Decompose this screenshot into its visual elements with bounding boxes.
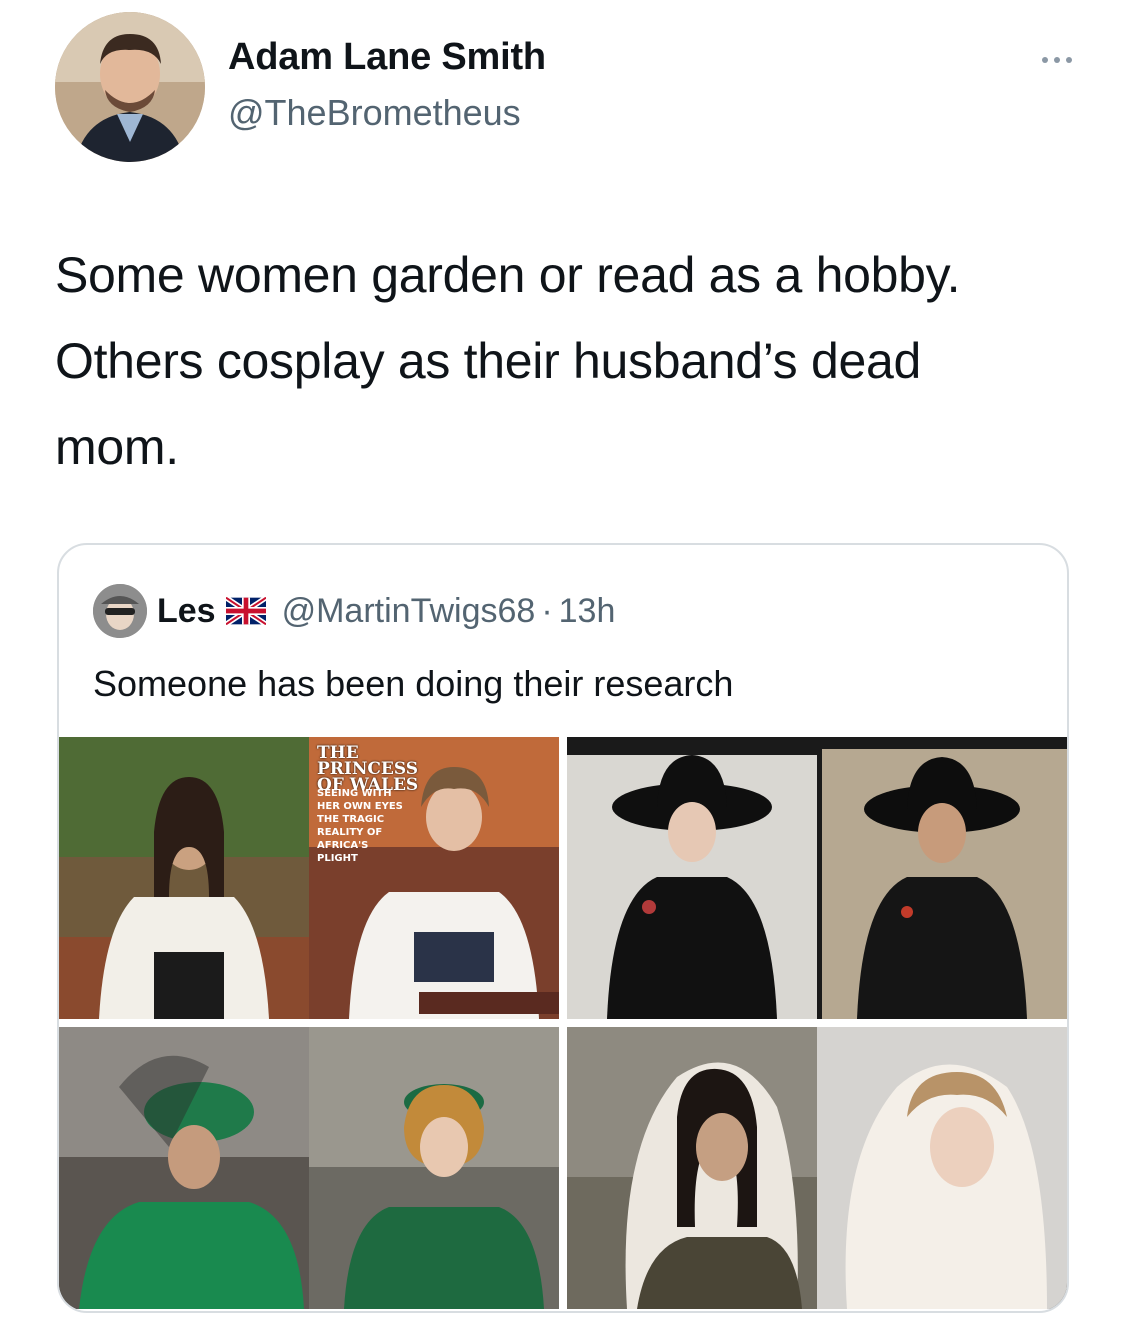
tweet-text: Some women garden or read as a hobby. Ot… bbox=[55, 247, 961, 475]
ellipsis-icon[interactable] bbox=[1037, 50, 1077, 70]
photo-white-blouse-comparison[interactable]: THE PRINCESS OF WALES SEEING WITH HER OW… bbox=[59, 737, 559, 1019]
author-display-name[interactable]: Adam Lane Smith bbox=[228, 36, 546, 79]
photo-grid: THE PRINCESS OF WALES SEEING WITH HER OW… bbox=[59, 737, 1067, 1311]
magazine-headline: THE PRINCESS OF WALES bbox=[317, 743, 419, 795]
uk-flag-icon bbox=[225, 597, 266, 625]
quote-tweet-card[interactable]: Les @MartinTwigs68 · 13h Someone has bee… bbox=[57, 543, 1069, 1313]
author-handle[interactable]: @TheBrometheus bbox=[228, 92, 521, 134]
photo-white-headscarf-comparison[interactable] bbox=[567, 1027, 1067, 1309]
profile-photo-icon bbox=[93, 584, 147, 638]
separator-dot: · bbox=[541, 591, 553, 630]
quote-tweet-text: Someone has been doing their research bbox=[93, 663, 734, 704]
photo-black-wide-hat-comparison[interactable] bbox=[567, 737, 1067, 1019]
magazine-subheadline: SEEING WITH HER OWN EYES THE TRAGIC REAL… bbox=[317, 788, 403, 864]
quote-author-avatar[interactable] bbox=[93, 584, 147, 638]
quote-timestamp[interactable]: 13h bbox=[559, 592, 616, 631]
quote-author-handle[interactable]: @MartinTwigs68 bbox=[282, 592, 536, 631]
photo-green-fascinator-comparison[interactable] bbox=[59, 1027, 559, 1309]
quote-author-name[interactable]: Les bbox=[157, 592, 216, 631]
profile-photo-icon bbox=[55, 12, 205, 162]
quote-tweet-header: Les @MartinTwigs68 · 13h bbox=[93, 581, 615, 641]
author-avatar[interactable] bbox=[55, 12, 205, 162]
